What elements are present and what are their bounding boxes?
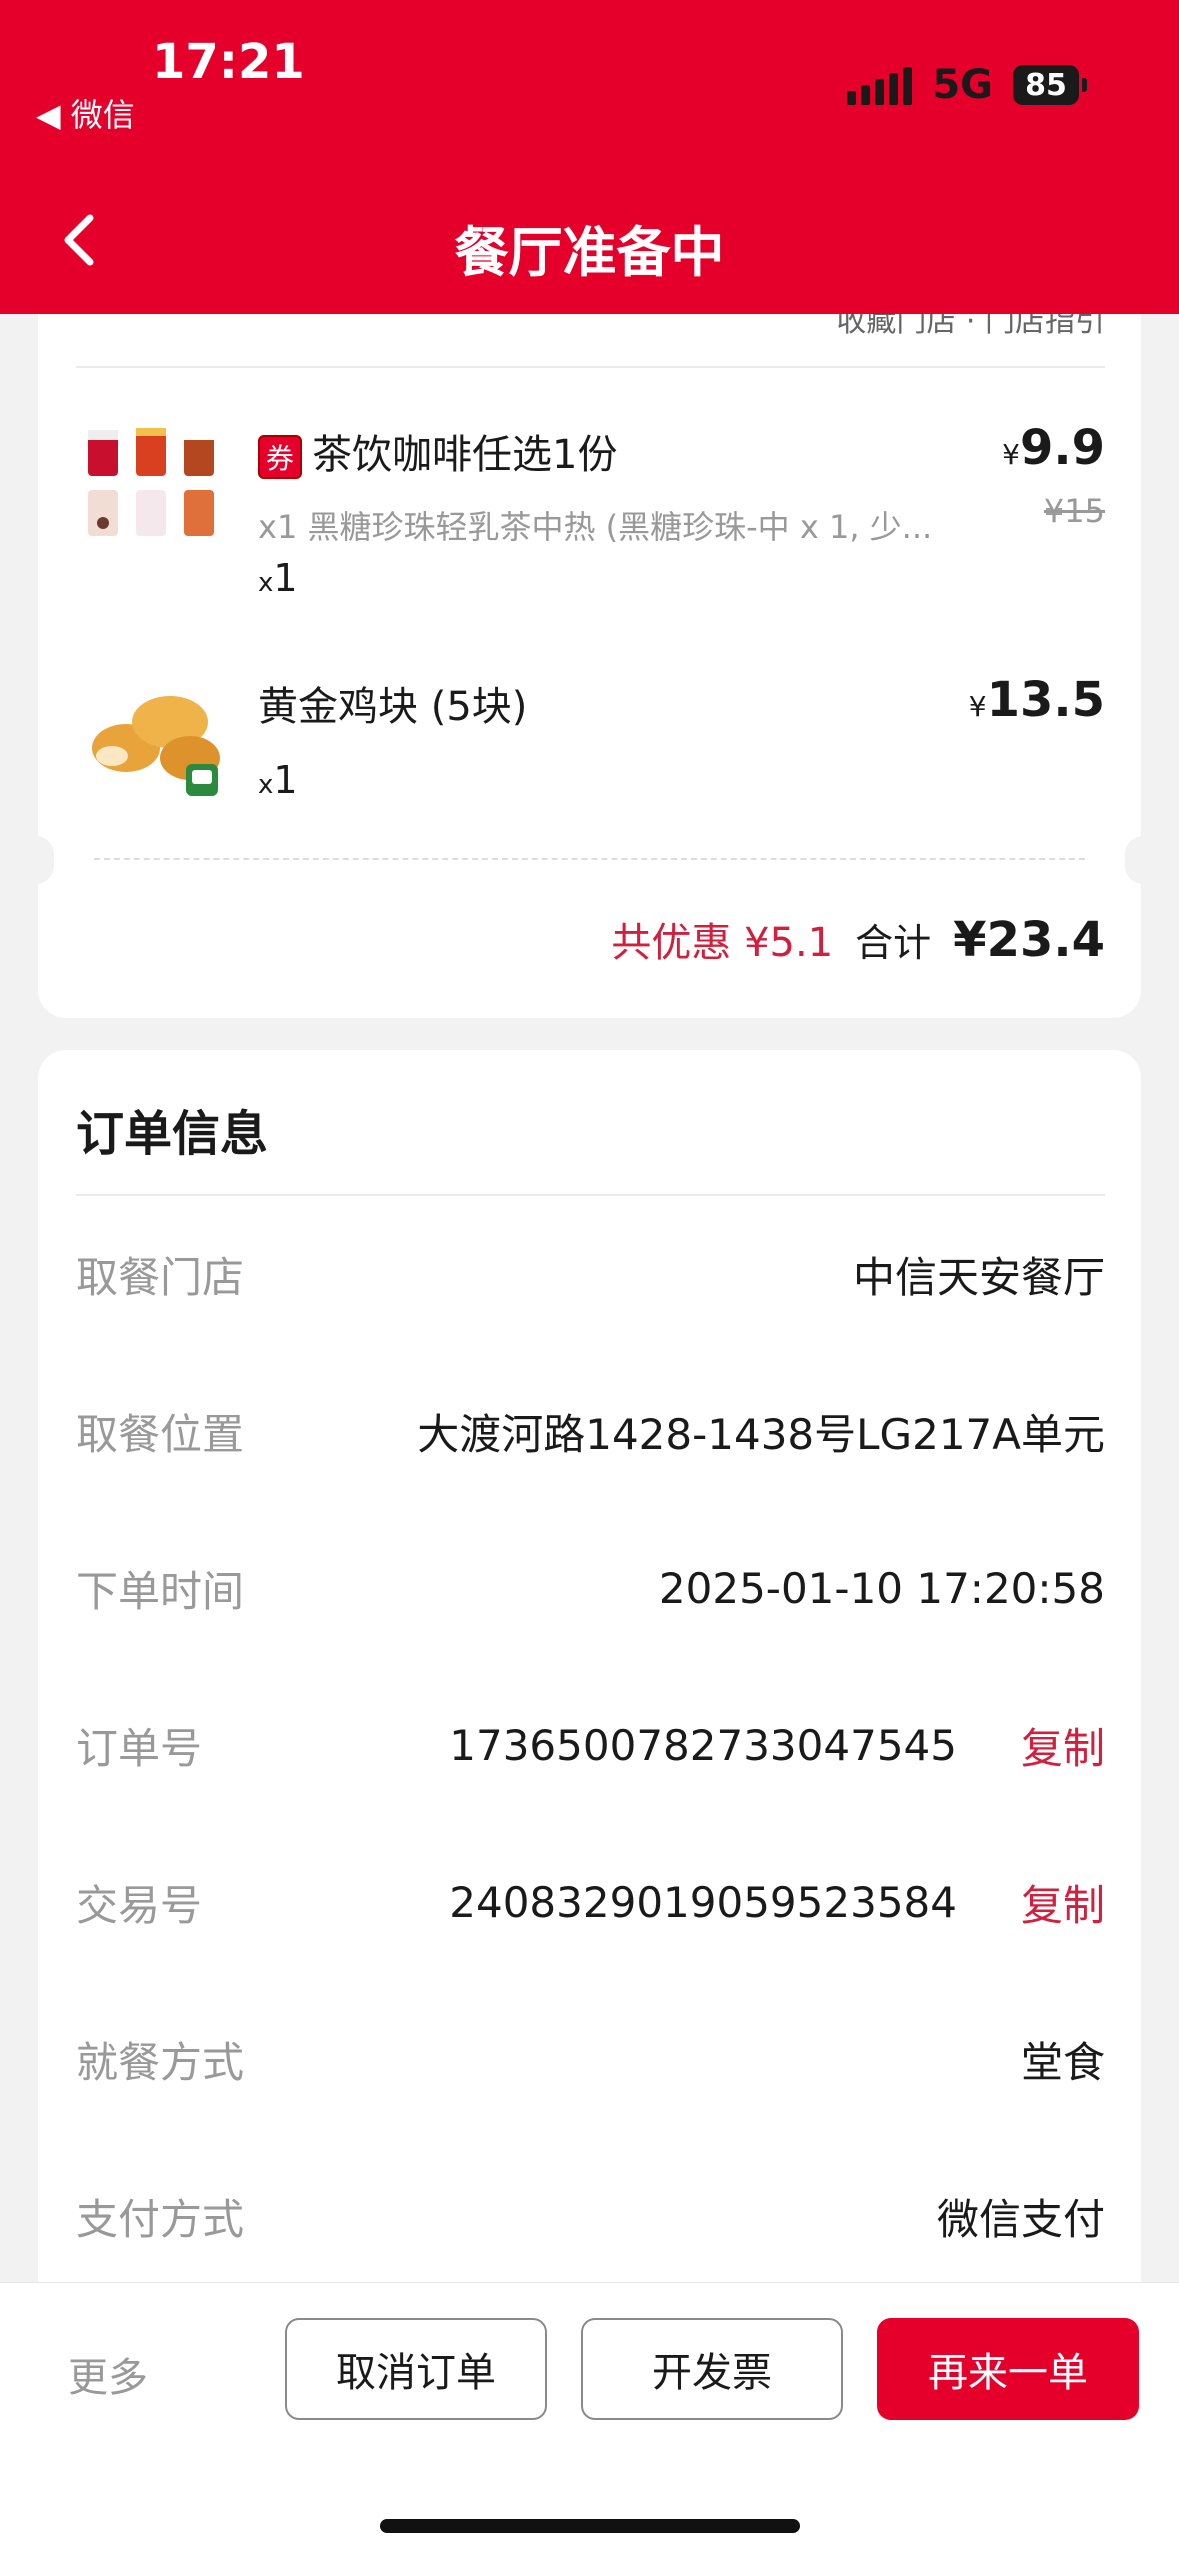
info-value: 2408329019059523584: [449, 1877, 957, 1927]
info-row-location: 取餐位置 大渡河路1428-1438号LG217A单元: [76, 1401, 1105, 1461]
info-label: 交易号: [76, 1880, 203, 1930]
currency-symbol: ¥: [1002, 438, 1020, 471]
copy-transaction-number-button[interactable]: 复制: [1021, 1872, 1105, 1933]
order-info-title: 订单信息: [76, 1106, 269, 1162]
info-row-store: 取餐门店 中信天安餐厅: [76, 1244, 1105, 1304]
status-indicators: 5G 85: [847, 62, 1087, 108]
info-row-payment-method: 支付方式 微信支付: [76, 2186, 1105, 2246]
item-name: 黄金鸡块 (5块): [258, 684, 528, 730]
page-title: 餐厅准备中: [454, 221, 725, 284]
drinks-thumbnail-image: [88, 428, 214, 536]
copy-order-number-button[interactable]: 复制: [1021, 1715, 1105, 1776]
price-value: 9.9: [1019, 420, 1105, 476]
back-to-wechat-link[interactable]: ◀ 微信: [36, 90, 135, 136]
network-label: 5G: [932, 62, 993, 108]
info-label: 取餐位置: [76, 1409, 245, 1459]
qty-value: 1: [273, 556, 298, 600]
currency-symbol: ¥: [968, 690, 987, 723]
total-amount: ¥23.4: [953, 912, 1105, 968]
qty-prefix: x: [258, 568, 274, 598]
info-value: 中信天安餐厅: [852, 1252, 1105, 1302]
bottom-action-bar: 更多 取消订单 开发票 再来一单: [0, 2282, 1179, 2557]
item-price: ¥13.5: [969, 672, 1105, 728]
more-button[interactable]: 更多: [68, 2345, 148, 2403]
info-label: 就餐方式: [76, 2037, 245, 2087]
header: 17:21 ◀ 微信 5G 85 餐厅准备中: [0, 0, 1179, 314]
item-name-text: 茶饮咖啡任选1份: [312, 432, 618, 478]
order-items-card: 收藏门店 · 门店指引 券茶饮咖啡任选1份 x1 黑糖珍珠轻乳茶中热 (黑糖珍珠…: [38, 300, 1141, 1018]
info-value: 2025-01-10 17:20:58: [658, 1563, 1105, 1613]
item-original-price: ¥15: [1043, 492, 1105, 530]
info-label: 下单时间: [76, 1566, 245, 1616]
info-row-dining-mode: 就餐方式 堂食: [76, 2029, 1105, 2089]
total-label: 合计: [855, 921, 932, 965]
cancel-order-button[interactable]: 取消订单: [285, 2318, 547, 2420]
battery-icon: 85: [1013, 65, 1087, 105]
info-value: 堂食: [1020, 2037, 1105, 2087]
qty-prefix: x: [258, 770, 274, 800]
total-row: 共优惠 ¥5.1 合计 ¥23.4: [611, 910, 1105, 968]
signal-icon: [847, 65, 913, 105]
status-time: 17:21: [152, 34, 305, 90]
info-value: 微信支付: [936, 2194, 1105, 2244]
qty-value: 1: [273, 758, 298, 802]
ticket-notch-right: [1125, 836, 1141, 884]
info-label: 支付方式: [76, 2194, 245, 2244]
item-name: 券茶饮咖啡任选1份: [258, 422, 617, 480]
item-quantity: x1: [258, 758, 298, 802]
info-label: 取餐门店: [76, 1252, 245, 1302]
ticket-notch-left: [38, 836, 54, 884]
invoice-button[interactable]: 开发票: [581, 2318, 843, 2420]
order-info-card: 订单信息 取餐门店 中信天安餐厅 取餐位置 大渡河路1428-1438号LG21…: [38, 1050, 1141, 2450]
info-row-order-time: 下单时间 2025-01-10 17:20:58: [76, 1558, 1105, 1618]
info-value: 大渡河路1428-1438号LG217A单元: [417, 1409, 1105, 1459]
info-row-transaction-number: 交易号 2408329019059523584 复制: [76, 1872, 1105, 1932]
item-description: x1 黑糖珍珠轻乳茶中热 (黑糖珍珠-中 x 1, 少...: [258, 508, 933, 546]
divider: [76, 366, 1105, 368]
info-row-order-number: 订单号 1736500782733047545 复制: [76, 1715, 1105, 1775]
home-indicator[interactable]: [380, 2519, 800, 2533]
info-value: 1736500782733047545: [449, 1720, 957, 1770]
reorder-button[interactable]: 再来一单: [877, 2318, 1139, 2420]
item-quantity: x1: [258, 556, 298, 600]
discount-amount: 共优惠 ¥5.1: [611, 920, 834, 966]
coupon-badge: 券: [258, 435, 302, 479]
nuggets-thumbnail-image: [92, 696, 220, 796]
divider: [76, 1194, 1105, 1196]
dashed-divider: [94, 858, 1085, 860]
item-price: ¥9.9: [1002, 420, 1105, 476]
price-value: 13.5: [986, 672, 1105, 728]
info-label: 订单号: [76, 1723, 203, 1773]
